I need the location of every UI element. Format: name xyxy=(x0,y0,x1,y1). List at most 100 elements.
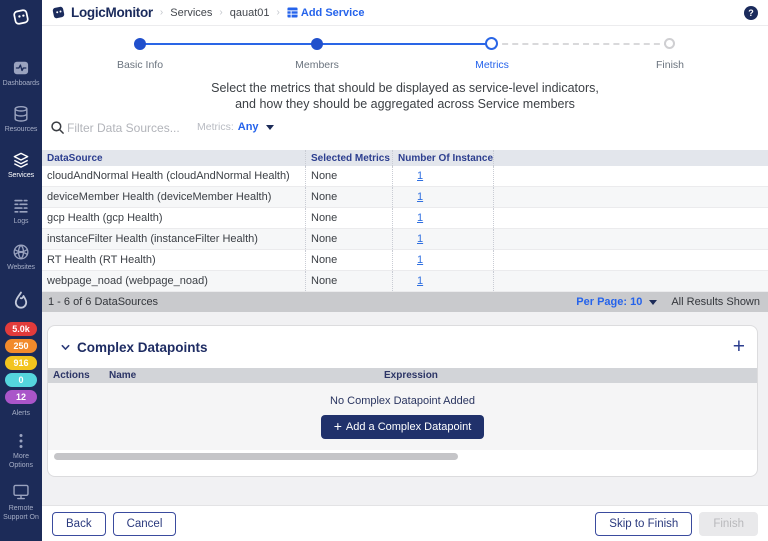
search-input[interactable] xyxy=(67,118,187,138)
alert-badge-other[interactable]: 12 xyxy=(5,390,37,404)
metrics-filter-value: Any xyxy=(238,121,259,133)
sidebar-item-logs[interactable]: Logs xyxy=(11,196,31,225)
column-header-name: Name xyxy=(104,370,379,381)
breadcrumb-services[interactable]: Services xyxy=(170,7,212,19)
cancel-button[interactable]: Cancel xyxy=(113,512,177,536)
column-header-number-of-instances[interactable]: Number Of Instances xyxy=(392,150,493,166)
skip-to-finish-button[interactable]: Skip to Finish xyxy=(595,512,692,536)
breadcrumb-separator: › xyxy=(160,7,163,18)
chevron-down-icon xyxy=(266,125,274,130)
add-complex-datapoint-button[interactable]: + Add a Complex Datapoint xyxy=(321,415,485,439)
remote-support-label: Remote Support On xyxy=(3,504,39,522)
per-page-dropdown[interactable]: Per Page: 10 xyxy=(576,296,657,308)
scrollbar-thumb[interactable] xyxy=(54,453,458,460)
topbar: LogicMonitor › Services › qauat01 › Add … xyxy=(42,0,768,26)
alert-badge-info[interactable]: 0 xyxy=(5,373,37,387)
datasource-name: RT Health (RT Health) xyxy=(42,250,305,270)
datasource-table: DataSource Selected Metrics Number Of In… xyxy=(42,150,768,312)
lower-panel: Complex Datapoints + Actions Name Expres… xyxy=(42,312,768,505)
back-button[interactable]: Back xyxy=(52,512,106,536)
sidebar-item-label: Logs xyxy=(14,218,29,225)
complex-datapoints-card: Complex Datapoints + Actions Name Expres… xyxy=(47,325,758,477)
finish-button[interactable]: Finish xyxy=(699,512,758,536)
websites-icon xyxy=(11,242,31,262)
selected-metrics-value: None xyxy=(305,271,392,291)
step-dot-members[interactable] xyxy=(311,38,323,50)
column-header-expression: Expression xyxy=(379,370,757,381)
instances-link[interactable]: 1 xyxy=(417,212,423,224)
horizontal-scrollbar xyxy=(48,450,757,463)
help-icon[interactable]: ? xyxy=(744,6,758,20)
alert-badge-warning[interactable]: 916 xyxy=(5,356,37,370)
column-header-selected-metrics[interactable]: Selected Metrics xyxy=(305,150,392,166)
search-icon[interactable] xyxy=(50,120,65,135)
instances-link[interactable]: 1 xyxy=(417,191,423,203)
plus-icon: + xyxy=(334,421,342,432)
sidebar-item-resources[interactable]: Resources xyxy=(5,104,38,133)
breadcrumb-qauat01[interactable]: qauat01 xyxy=(230,7,270,19)
per-page-label: Per Page: xyxy=(576,296,627,308)
instances-link[interactable]: 1 xyxy=(417,275,423,287)
logicmonitor-brand-icon xyxy=(50,4,67,21)
step-dot-basic-info[interactable] xyxy=(134,38,146,50)
sidebar-item-label: Dashboards xyxy=(3,80,40,87)
step-dot-finish[interactable] xyxy=(664,38,675,49)
table-row[interactable]: deviceMember Health (deviceMember Health… xyxy=(42,187,768,208)
sidebar-item-services[interactable]: Services xyxy=(8,150,34,179)
sidebar-more-options[interactable]: More Options xyxy=(3,433,39,470)
collapse-chevron-icon[interactable] xyxy=(60,342,71,353)
sidebar: Dashboards Resources Services xyxy=(0,0,42,541)
alert-badge-error[interactable]: 250 xyxy=(5,339,37,353)
sidebar-item-websites[interactable]: Websites xyxy=(7,242,35,271)
alerts-flame-icon xyxy=(9,289,33,313)
wizard-stepper: Basic Info Members Metrics Finish xyxy=(42,26,768,76)
complex-datapoints-header: Complex Datapoints + xyxy=(48,326,757,368)
column-header-datasource[interactable]: DataSource xyxy=(42,150,305,166)
datasource-table-header: DataSource Selected Metrics Number Of In… xyxy=(42,150,768,166)
sidebar-item-label: Resources xyxy=(5,126,38,133)
main-content: LogicMonitor › Services › qauat01 › Add … xyxy=(42,0,768,541)
filter-row: Metrics: Any xyxy=(42,112,768,150)
table-footer: 1 - 6 of 6 DataSources Per Page: 10 All … xyxy=(42,292,768,312)
sidebar-item-label: Websites xyxy=(7,264,35,271)
chevron-down-icon xyxy=(649,300,657,305)
brand-name: LogicMonitor xyxy=(71,5,153,20)
logicmonitor-logo-icon[interactable] xyxy=(10,6,32,28)
table-row[interactable]: cloudAndNormal Health (cloudAndNormal He… xyxy=(42,166,768,187)
column-header-actions: Actions xyxy=(48,370,104,381)
bottom-action-bar: Back Cancel Skip to Finish Finish xyxy=(42,505,768,541)
datasource-name: gcp Health (gcp Health) xyxy=(42,208,305,228)
services-icon xyxy=(11,150,31,170)
all-results-shown: All Results Shown xyxy=(671,296,760,308)
sidebar-item-dashboards[interactable]: Dashboards xyxy=(3,58,40,87)
instances-link[interactable]: 1 xyxy=(417,254,423,266)
table-row[interactable]: instanceFilter Health (instanceFilter He… xyxy=(42,229,768,250)
datasource-name: instanceFilter Health (instanceFilter He… xyxy=(42,229,305,249)
selected-metrics-value: None xyxy=(305,250,392,270)
column-header-empty xyxy=(493,150,768,166)
breadcrumb-separator: › xyxy=(219,7,222,18)
table-row[interactable]: webpage_noad (webpage_noad) None 1 xyxy=(42,271,768,292)
add-datapoint-plus-icon[interactable]: + xyxy=(733,337,745,357)
alert-badges: 5.0k 250 916 0 12 Alerts xyxy=(5,322,37,417)
resources-icon xyxy=(11,104,31,124)
stepper-line-todo xyxy=(492,43,670,45)
table-row[interactable]: RT Health (RT Health) None 1 xyxy=(42,250,768,271)
instructions: Select the metrics that should be displa… xyxy=(42,76,768,112)
sidebar-item-label: Services xyxy=(8,172,34,179)
complex-datapoints-table-header: Actions Name Expression xyxy=(48,368,757,383)
instances-link[interactable]: 1 xyxy=(417,233,423,245)
dashboards-icon xyxy=(11,58,31,78)
table-row[interactable]: gcp Health (gcp Health) None 1 xyxy=(42,208,768,229)
logs-icon xyxy=(11,196,31,216)
breadcrumb-current: Add Service xyxy=(301,7,365,19)
selected-metrics-value: None xyxy=(305,229,392,249)
alert-badge-critical[interactable]: 5.0k xyxy=(5,322,37,336)
metrics-filter-label: Metrics: xyxy=(197,121,234,133)
sidebar-remote-support[interactable]: Remote Support On xyxy=(3,483,39,522)
metrics-filter-dropdown[interactable]: Metrics: Any xyxy=(197,121,274,133)
instructions-line2: and how they should be aggregated across… xyxy=(42,96,768,112)
step-dot-metrics[interactable] xyxy=(485,37,498,50)
add-complex-datapoint-label: Add a Complex Datapoint xyxy=(346,421,471,433)
instances-link[interactable]: 1 xyxy=(417,170,423,182)
